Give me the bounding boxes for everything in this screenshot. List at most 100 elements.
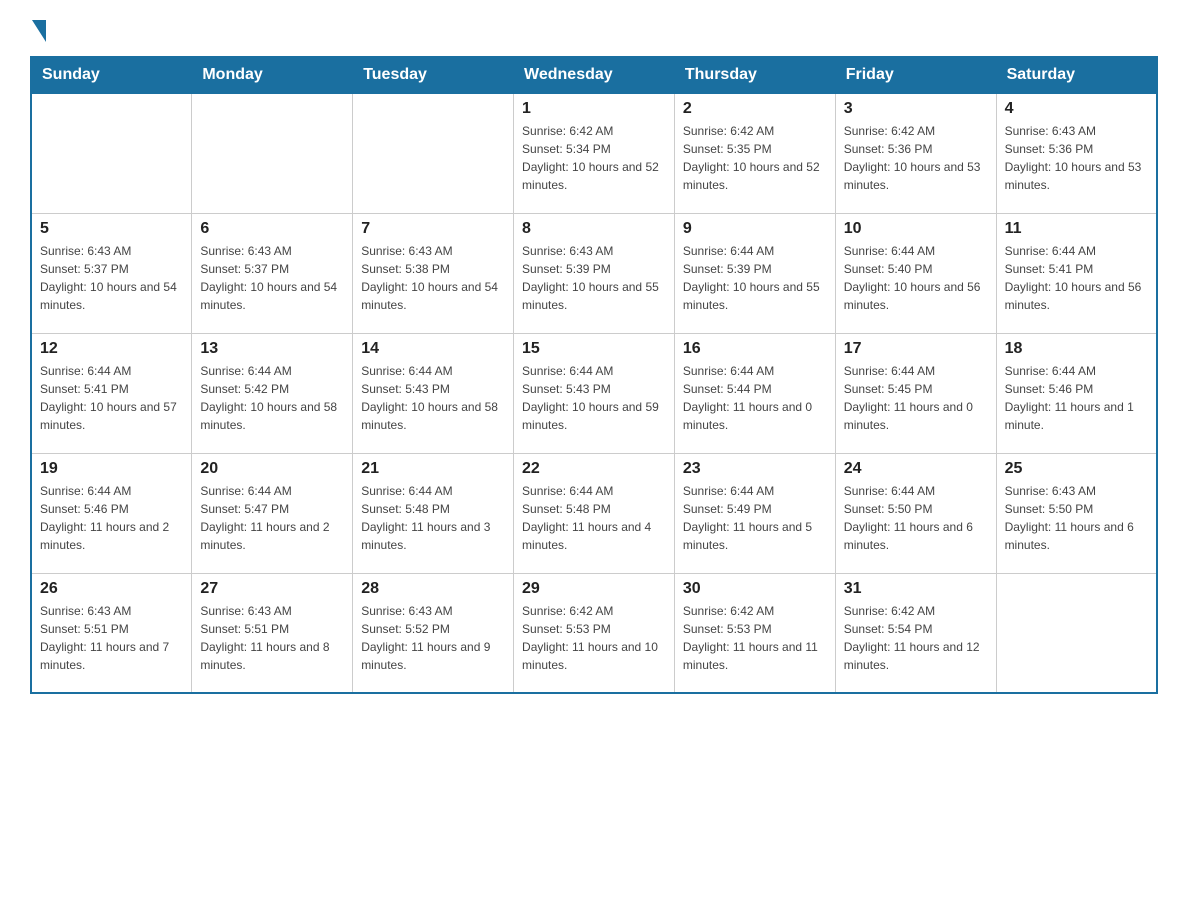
day-info: Sunrise: 6:44 AM Sunset: 5:40 PM Dayligh…	[844, 242, 988, 314]
day-number: 25	[1005, 460, 1148, 478]
calendar-cell: 27 Sunrise: 6:43 AM Sunset: 5:51 PM Dayli…	[192, 573, 353, 693]
day-info: Sunrise: 6:44 AM Sunset: 5:45 PM Dayligh…	[844, 362, 988, 434]
day-number: 3	[844, 100, 988, 118]
day-number: 20	[200, 460, 344, 478]
day-number: 9	[683, 220, 827, 238]
day-info: Sunrise: 6:44 AM Sunset: 5:48 PM Dayligh…	[361, 482, 505, 554]
day-number: 26	[40, 580, 183, 598]
day-number: 5	[40, 220, 183, 238]
calendar-cell: 23Sunrise: 6:44 AM Sunset: 5:49 PM Dayli…	[674, 453, 835, 573]
day-info: Sunrise: 6:44 AM Sunset: 5:46 PM Dayligh…	[1005, 362, 1148, 434]
calendar-cell: 13 Sunrise: 6:44 AM Sunset: 5:42 PM Dayli…	[192, 333, 353, 453]
day-info: Sunrise: 6:44 AM Sunset: 5:41 PM Dayligh…	[1005, 242, 1148, 314]
day-number: 29	[522, 580, 666, 598]
day-info: Sunrise: 6:44 AM Sunset: 5:48 PM Dayligh…	[522, 482, 666, 554]
calendar-cell: 28 Sunrise: 6:43 AM Sunset: 5:52 PM Dayli…	[353, 573, 514, 693]
day-number: 28	[361, 580, 505, 598]
day-number: 13	[200, 340, 344, 358]
calendar-cell: 8 Sunrise: 6:43 AM Sunset: 5:39 PM Daylig…	[514, 213, 675, 333]
calendar-cell: 5 Sunrise: 6:43 AM Sunset: 5:37 PM Daylig…	[31, 213, 192, 333]
day-info: Sunrise: 6:42 AM Sunset: 5:53 PM Dayligh…	[522, 602, 666, 674]
calendar-cell: 7 Sunrise: 6:43 AM Sunset: 5:38 PM Daylig…	[353, 213, 514, 333]
header-tuesday: Tuesday	[353, 57, 514, 93]
day-info: Sunrise: 6:43 AM Sunset: 5:38 PM Dayligh…	[361, 242, 505, 314]
header-thursday: Thursday	[674, 57, 835, 93]
day-info: Sunrise: 6:42 AM Sunset: 5:36 PM Dayligh…	[844, 122, 988, 194]
calendar-cell: 16 Sunrise: 6:44 AM Sunset: 5:44 PM Dayli…	[674, 333, 835, 453]
day-info: Sunrise: 6:44 AM Sunset: 5:43 PM Dayligh…	[522, 362, 666, 434]
calendar-week-4: 19 Sunrise: 6:44 AM Sunset: 5:46 PM Dayli…	[31, 453, 1157, 573]
calendar-cell: 19 Sunrise: 6:44 AM Sunset: 5:46 PM Dayli…	[31, 453, 192, 573]
logo-triangle-icon	[32, 20, 46, 42]
day-info: Sunrise: 6:43 AM Sunset: 5:52 PM Dayligh…	[361, 602, 505, 674]
day-info: Sunrise: 6:42 AM Sunset: 5:54 PM Dayligh…	[844, 602, 988, 674]
day-info: Sunrise: 6:44 AM Sunset: 5:44 PM Dayligh…	[683, 362, 827, 434]
day-info: Sunrise: 6:44 AM Sunset: 5:39 PM Dayligh…	[683, 242, 827, 314]
header-wednesday: Wednesday	[514, 57, 675, 93]
day-number: 17	[844, 340, 988, 358]
calendar-header-row: SundayMondayTuesdayWednesdayThursdayFrid…	[31, 57, 1157, 93]
day-number: 7	[361, 220, 505, 238]
day-number: 8	[522, 220, 666, 238]
day-number: 22	[522, 460, 666, 478]
calendar-week-1: 1 Sunrise: 6:42 AM Sunset: 5:34 PM Daylig…	[31, 93, 1157, 213]
day-info: Sunrise: 6:44 AM Sunset: 5:46 PM Dayligh…	[40, 482, 183, 554]
calendar-cell: 25 Sunrise: 6:43 AM Sunset: 5:50 PM Dayli…	[996, 453, 1157, 573]
calendar-cell: 6Sunrise: 6:43 AM Sunset: 5:37 PM Daylig…	[192, 213, 353, 333]
calendar-cell: 24 Sunrise: 6:44 AM Sunset: 5:50 PM Dayli…	[835, 453, 996, 573]
calendar-cell: 10 Sunrise: 6:44 AM Sunset: 5:40 PM Dayli…	[835, 213, 996, 333]
day-number: 31	[844, 580, 988, 598]
day-info: Sunrise: 6:43 AM Sunset: 5:37 PM Dayligh…	[40, 242, 183, 314]
day-info: Sunrise: 6:43 AM Sunset: 5:39 PM Dayligh…	[522, 242, 666, 314]
calendar-cell: 9 Sunrise: 6:44 AM Sunset: 5:39 PM Daylig…	[674, 213, 835, 333]
page-header	[30, 20, 1158, 40]
day-info: Sunrise: 6:44 AM Sunset: 5:41 PM Dayligh…	[40, 362, 183, 434]
calendar-cell: 26Sunrise: 6:43 AM Sunset: 5:51 PM Dayli…	[31, 573, 192, 693]
day-info: Sunrise: 6:44 AM Sunset: 5:42 PM Dayligh…	[200, 362, 344, 434]
calendar-cell	[192, 93, 353, 213]
calendar-cell: 2 Sunrise: 6:42 AM Sunset: 5:35 PM Daylig…	[674, 93, 835, 213]
day-info: Sunrise: 6:44 AM Sunset: 5:49 PM Dayligh…	[683, 482, 827, 554]
calendar-cell: 3 Sunrise: 6:42 AM Sunset: 5:36 PM Daylig…	[835, 93, 996, 213]
calendar-cell: 12 Sunrise: 6:44 AM Sunset: 5:41 PM Dayli…	[31, 333, 192, 453]
header-saturday: Saturday	[996, 57, 1157, 93]
calendar-cell: 22 Sunrise: 6:44 AM Sunset: 5:48 PM Dayli…	[514, 453, 675, 573]
day-number: 24	[844, 460, 988, 478]
calendar-cell: 31 Sunrise: 6:42 AM Sunset: 5:54 PM Dayli…	[835, 573, 996, 693]
day-info: Sunrise: 6:42 AM Sunset: 5:35 PM Dayligh…	[683, 122, 827, 194]
calendar-cell: 18 Sunrise: 6:44 AM Sunset: 5:46 PM Dayli…	[996, 333, 1157, 453]
calendar-cell: 17 Sunrise: 6:44 AM Sunset: 5:45 PM Dayli…	[835, 333, 996, 453]
day-number: 14	[361, 340, 505, 358]
day-info: Sunrise: 6:43 AM Sunset: 5:37 PM Dayligh…	[200, 242, 344, 314]
day-number: 27	[200, 580, 344, 598]
day-info: Sunrise: 6:42 AM Sunset: 5:53 PM Dayligh…	[683, 602, 827, 674]
calendar-cell: 1 Sunrise: 6:42 AM Sunset: 5:34 PM Daylig…	[514, 93, 675, 213]
calendar-cell: 30Sunrise: 6:42 AM Sunset: 5:53 PM Dayli…	[674, 573, 835, 693]
day-number: 10	[844, 220, 988, 238]
calendar-cell: 4Sunrise: 6:43 AM Sunset: 5:36 PM Daylig…	[996, 93, 1157, 213]
calendar-week-2: 5 Sunrise: 6:43 AM Sunset: 5:37 PM Daylig…	[31, 213, 1157, 333]
day-number: 1	[522, 100, 666, 118]
calendar-cell: 14 Sunrise: 6:44 AM Sunset: 5:43 PM Dayli…	[353, 333, 514, 453]
day-number: 19	[40, 460, 183, 478]
day-number: 18	[1005, 340, 1148, 358]
calendar-week-3: 12 Sunrise: 6:44 AM Sunset: 5:41 PM Dayli…	[31, 333, 1157, 453]
day-info: Sunrise: 6:43 AM Sunset: 5:51 PM Dayligh…	[200, 602, 344, 674]
header-monday: Monday	[192, 57, 353, 93]
logo	[30, 20, 48, 40]
day-info: Sunrise: 6:42 AM Sunset: 5:34 PM Dayligh…	[522, 122, 666, 194]
calendar-cell	[31, 93, 192, 213]
day-info: Sunrise: 6:43 AM Sunset: 5:50 PM Dayligh…	[1005, 482, 1148, 554]
day-number: 16	[683, 340, 827, 358]
calendar-table: SundayMondayTuesdayWednesdayThursdayFrid…	[30, 56, 1158, 694]
calendar-cell: 29 Sunrise: 6:42 AM Sunset: 5:53 PM Dayli…	[514, 573, 675, 693]
calendar-cell: 15Sunrise: 6:44 AM Sunset: 5:43 PM Dayli…	[514, 333, 675, 453]
calendar-cell: 20Sunrise: 6:44 AM Sunset: 5:47 PM Dayli…	[192, 453, 353, 573]
day-info: Sunrise: 6:44 AM Sunset: 5:50 PM Dayligh…	[844, 482, 988, 554]
day-info: Sunrise: 6:44 AM Sunset: 5:43 PM Dayligh…	[361, 362, 505, 434]
header-sunday: Sunday	[31, 57, 192, 93]
day-number: 12	[40, 340, 183, 358]
day-info: Sunrise: 6:43 AM Sunset: 5:36 PM Dayligh…	[1005, 122, 1148, 194]
header-friday: Friday	[835, 57, 996, 93]
day-number: 2	[683, 100, 827, 118]
